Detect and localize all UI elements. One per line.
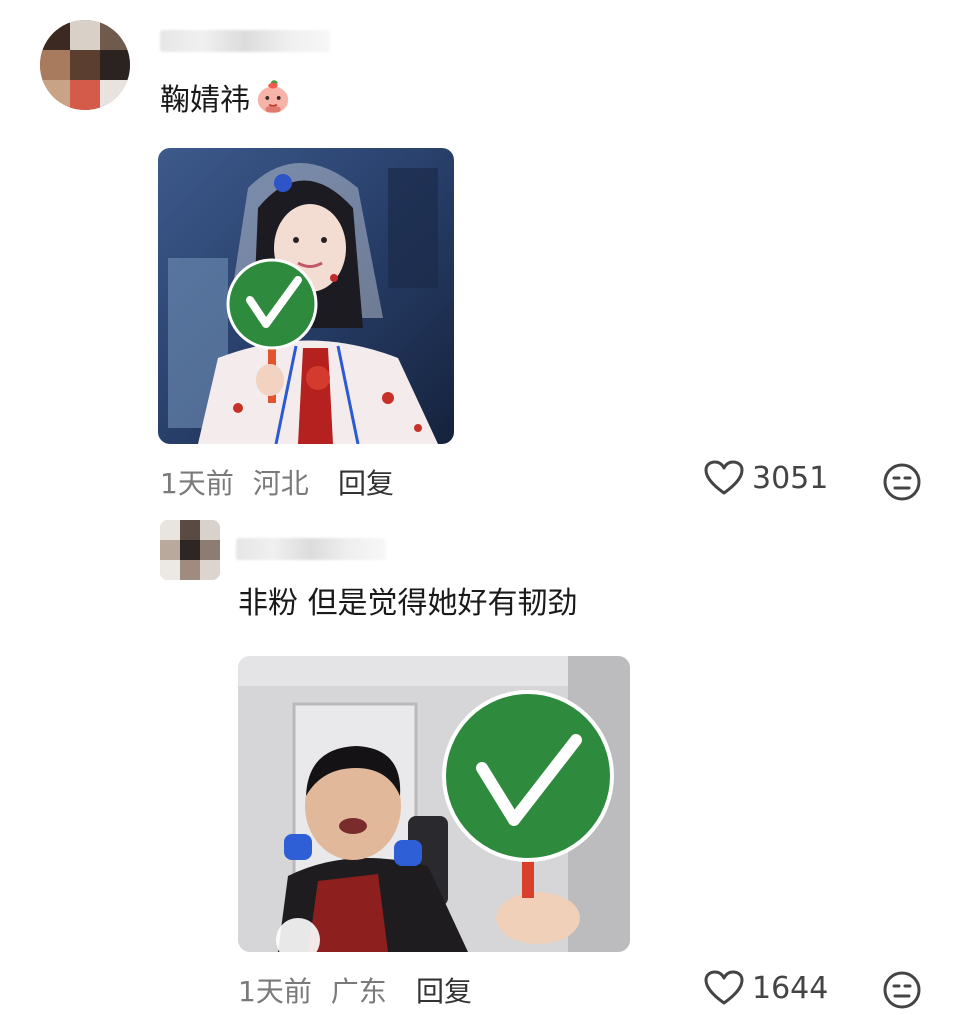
comment-image[interactable] (238, 656, 630, 952)
comment-text: 鞠婧祎 (160, 78, 292, 119)
neutral-face-icon[interactable] (882, 970, 922, 1010)
heart-outline-icon (704, 970, 744, 1005)
avatar[interactable] (40, 20, 130, 110)
neutral-face-icon[interactable] (882, 462, 922, 502)
comment-location: 广东 (330, 975, 387, 1008)
avatar[interactable] (160, 520, 220, 580)
like-button[interactable]: 3051 (704, 460, 828, 496)
reply-button[interactable]: 回复 (338, 462, 394, 502)
like-count: 1644 (752, 970, 829, 1006)
comment-time: 1天前 (238, 975, 312, 1008)
comment-text: 非粉 但是觉得她好有韧劲 (238, 586, 578, 621)
reply-button[interactable]: 回复 (416, 970, 472, 1010)
comment-meta: 1天前 广东 (238, 970, 397, 1010)
peach-face-sticker (257, 80, 289, 114)
comment-time: 1天前 (160, 467, 234, 500)
comment-location: 河北 (252, 467, 309, 500)
boy-holding-checkmark-sign (238, 656, 630, 952)
username-blurred[interactable] (236, 538, 386, 560)
like-button[interactable]: 1644 (704, 970, 828, 1006)
heart-outline-icon (704, 460, 744, 495)
like-count: 3051 (752, 460, 829, 496)
comment-meta: 1天前 河北 (160, 462, 319, 502)
girl-holding-checkmark-sign (158, 148, 454, 444)
username-blurred[interactable] (160, 30, 330, 52)
comment-image[interactable] (158, 148, 454, 444)
